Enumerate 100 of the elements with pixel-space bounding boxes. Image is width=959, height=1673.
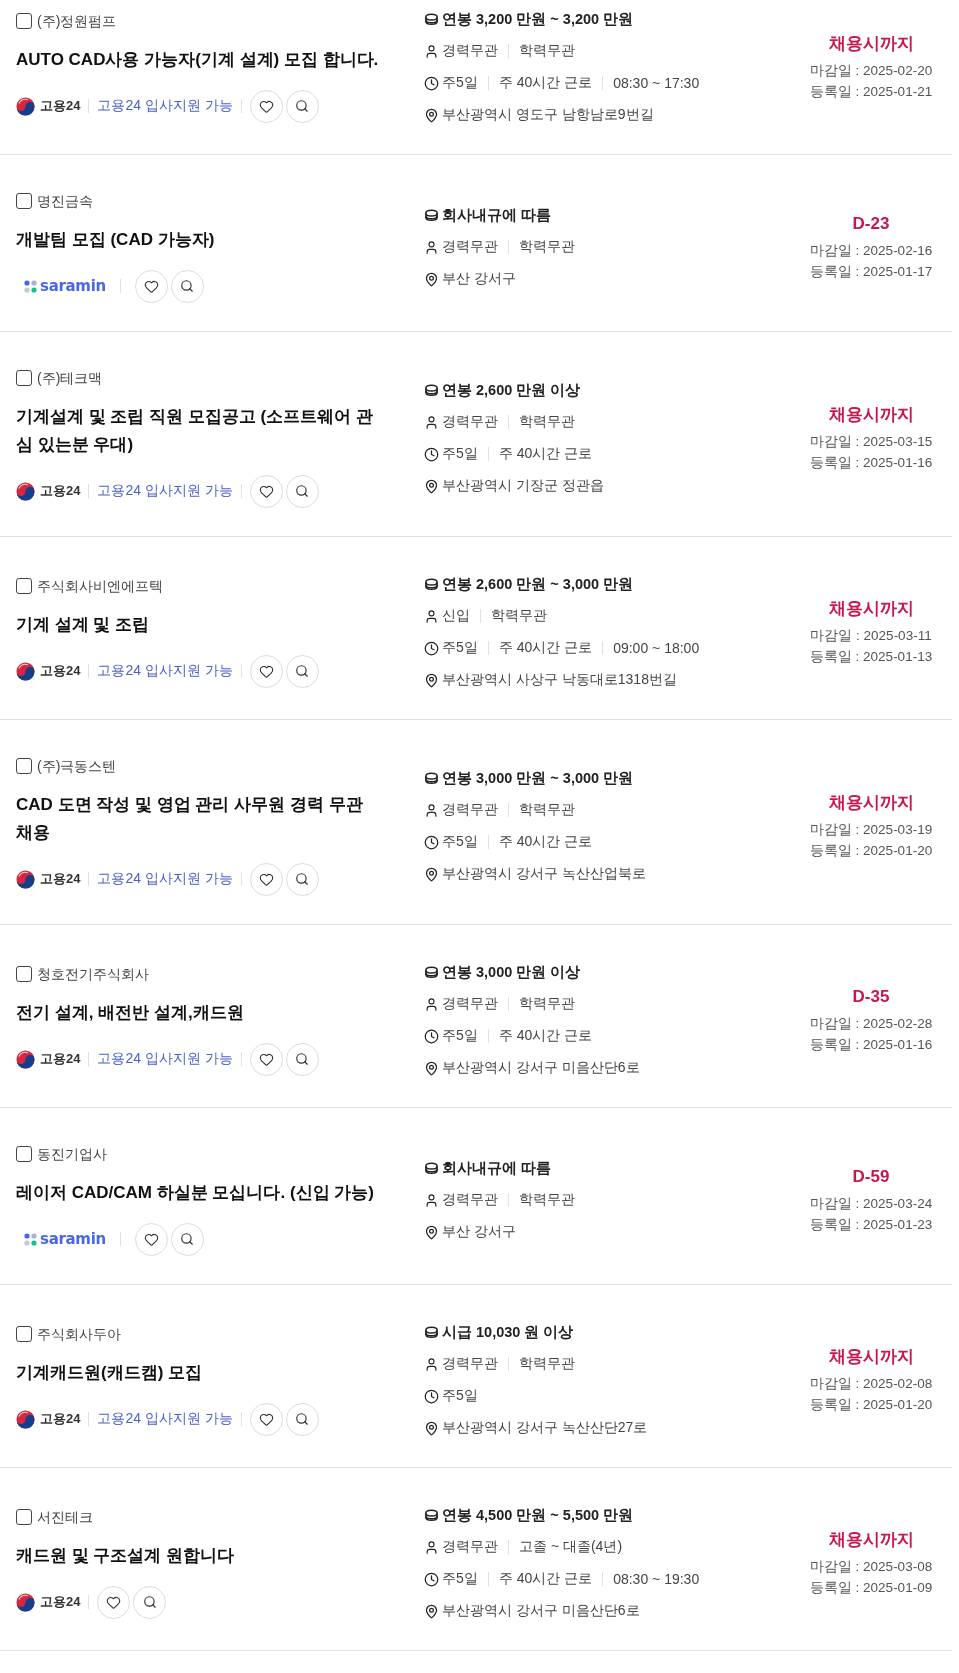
heart-icon [258, 98, 274, 114]
job-title[interactable]: 캐드원 및 구조설계 원합니다 [16, 1542, 382, 1570]
search-button[interactable] [285, 89, 319, 123]
favorite-button[interactable] [97, 1585, 131, 1619]
company-name[interactable]: 주식회사두아 [37, 1324, 121, 1344]
job-title[interactable]: 개발팀 모집 (CAD 가능자) [16, 226, 382, 254]
favorite-button[interactable] [249, 654, 283, 688]
person-icon [424, 1356, 439, 1372]
map-pin-icon [424, 1224, 439, 1240]
clock-icon [424, 834, 439, 850]
checkbox[interactable] [16, 578, 32, 594]
source-name: 고용24 [40, 662, 81, 680]
favorite-button[interactable] [134, 1222, 168, 1256]
logo-wordmark: saramin [40, 277, 106, 295]
apply-link[interactable]: 고용24 입사지원 가능 [97, 97, 233, 115]
job-title[interactable]: 전기 설계, 배전반 설계,캐드원 [16, 999, 382, 1027]
heart-icon [258, 1411, 274, 1427]
deadline-text: 마감일 : 2025-03-24 [809, 1195, 933, 1213]
favorite-button[interactable] [134, 269, 168, 303]
map-pin-icon [424, 478, 439, 494]
clock-icon [424, 1388, 439, 1404]
map-pin-icon [424, 672, 439, 688]
job-title[interactable]: 기계 설계 및 조립 [16, 611, 382, 639]
schedule-text: 주 40시간 근로 [498, 1027, 593, 1045]
company-name[interactable]: 명진금속 [37, 191, 93, 211]
checkbox[interactable] [16, 1146, 32, 1162]
company-name[interactable]: 동진기업사 [37, 1144, 107, 1164]
schedule-text: 주 40시간 근로 [498, 74, 593, 92]
schedule-text: 08:30 ~ 17:30 [613, 75, 700, 91]
status-text: 채용시까지 [828, 598, 914, 620]
requirement-text: 경력무관 [442, 1355, 498, 1373]
coin-stack-icon [424, 1507, 439, 1523]
search-button[interactable] [170, 269, 204, 303]
apply-link[interactable]: 고용24 입사지원 가능 [97, 662, 233, 680]
heart-icon [258, 871, 274, 887]
company-name[interactable]: (주)극동스텐 [37, 756, 117, 776]
job-title[interactable]: 레이저 CAD/CAM 하실분 모십니다. (신입 가능) [16, 1179, 382, 1207]
requirement-text: 학력무관 [491, 607, 547, 625]
search-button[interactable] [285, 474, 319, 508]
company-name[interactable]: (주)테크맥 [37, 368, 103, 388]
company-name[interactable]: (주)정원펌프 [37, 11, 117, 31]
checkbox[interactable] [16, 193, 32, 209]
job-title[interactable]: CAD 도면 작성 및 영업 관리 사무원 경력 무관 채용 [16, 791, 382, 847]
search-button[interactable] [285, 654, 319, 688]
favorite-button[interactable] [249, 862, 283, 896]
checkbox[interactable] [16, 966, 32, 982]
heart-icon [143, 1231, 159, 1247]
checkbox[interactable] [16, 1509, 32, 1525]
source-name: 고용24 [40, 1050, 81, 1068]
map-pin-icon [424, 271, 439, 287]
location-text: 부산광역시 영도구 남항남로9번길 [442, 106, 654, 124]
schedule-text: 주 40시간 근로 [498, 639, 593, 657]
company-name[interactable]: 서진테크 [37, 1507, 93, 1527]
search-button[interactable] [285, 1042, 319, 1076]
search-button[interactable] [170, 1222, 204, 1256]
search-button[interactable] [285, 1402, 319, 1436]
job-title[interactable]: 기계캐드원(캐드캠) 모집 [16, 1359, 382, 1387]
search-button[interactable] [285, 862, 319, 896]
company-name[interactable]: 주식회사비엔에프텍 [37, 576, 163, 596]
search-button[interactable] [133, 1585, 167, 1619]
search-icon [295, 1052, 310, 1066]
apply-link[interactable]: 고용24 입사지원 가능 [97, 1410, 233, 1428]
apply-link[interactable]: 고용24 입사지원 가능 [97, 870, 233, 888]
salary-text: 연봉 4,500 만원 ~ 5,500 만원 [442, 1505, 634, 1525]
source-name: 고용24 [40, 1410, 81, 1428]
location-text: 부산광역시 강서구 미음산단6로 [442, 1059, 640, 1077]
swirl-logo-icon [16, 96, 35, 116]
job-title[interactable]: 기계설계 및 조립 직원 모집공고 (소프트웨어 관심 있는분 우대) [16, 403, 382, 459]
requirement-text: 학력무관 [519, 238, 575, 256]
checkbox[interactable] [16, 758, 32, 774]
location-text: 부산 강서구 [442, 1223, 516, 1241]
favorite-button[interactable] [249, 89, 283, 123]
checkbox[interactable] [16, 13, 32, 29]
favorite-button[interactable] [249, 1402, 283, 1436]
map-pin-icon [424, 1603, 439, 1619]
clock-icon [424, 640, 439, 656]
clock-icon [424, 446, 439, 462]
search-icon [180, 279, 195, 293]
deadline-text: 마감일 : 2025-02-20 [809, 62, 933, 80]
deadline-text: 마감일 : 2025-03-15 [809, 433, 933, 451]
posted-date-text: 등록일 : 2025-01-17 [809, 263, 933, 281]
checkbox[interactable] [16, 1326, 32, 1342]
coin-stack-icon [424, 382, 439, 398]
apply-link[interactable]: 고용24 입사지원 가능 [97, 1050, 233, 1068]
requirement-text: 경력무관 [442, 238, 498, 256]
status-text: 채용시까지 [828, 792, 914, 814]
deadline-text: 마감일 : 2025-02-08 [809, 1375, 933, 1393]
favorite-button[interactable] [249, 474, 283, 508]
favorite-button[interactable] [249, 1042, 283, 1076]
heart-icon [258, 663, 274, 679]
search-icon [295, 484, 310, 498]
apply-link[interactable]: 고용24 입사지원 가능 [97, 482, 233, 500]
checkbox[interactable] [16, 370, 32, 386]
clock-icon [424, 1571, 439, 1587]
schedule-text: 주5일 [442, 639, 478, 657]
posted-date-text: 등록일 : 2025-01-21 [809, 83, 933, 101]
heart-icon [258, 483, 274, 499]
company-name[interactable]: 청호전기주식회사 [37, 964, 149, 984]
job-title[interactable]: AUTO CAD사용 가능자(기계 설계) 모집 합니다. [16, 46, 382, 74]
requirement-text: 경력무관 [442, 801, 498, 819]
